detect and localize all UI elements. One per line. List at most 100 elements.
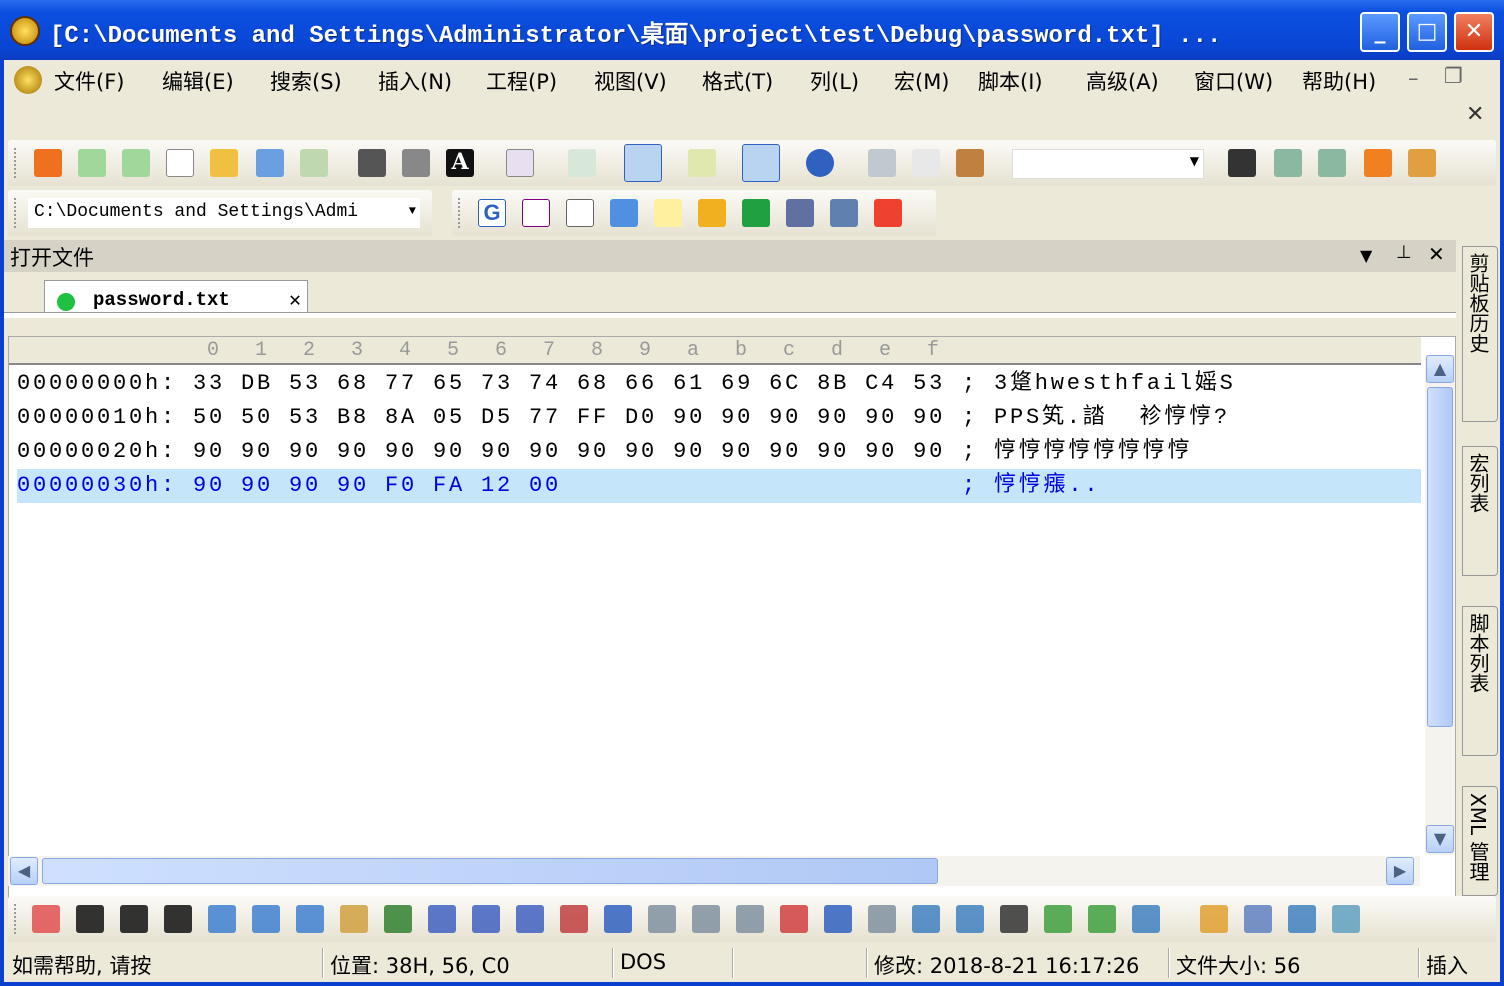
php-icon[interactable] bbox=[786, 199, 814, 227]
copy-format-icon[interactable] bbox=[1244, 905, 1272, 933]
find-in-files-icon[interactable] bbox=[1274, 149, 1302, 177]
side-tab-clipboard-history[interactable]: 剪贴板历史 bbox=[1462, 246, 1498, 422]
word-wrap-icon[interactable] bbox=[506, 149, 534, 177]
yahoo-icon[interactable] bbox=[522, 199, 550, 227]
paste-icon[interactable] bbox=[956, 149, 984, 177]
form-icon[interactable] bbox=[1132, 905, 1160, 933]
media-icon[interactable] bbox=[1332, 905, 1360, 933]
google-icon[interactable]: G bbox=[478, 199, 506, 227]
xml-icon[interactable] bbox=[1088, 905, 1116, 933]
bold-icon[interactable] bbox=[76, 905, 104, 933]
path-combo[interactable]: C:\Documents and Settings\Admi ▼ bbox=[28, 198, 420, 228]
print-preview-icon[interactable] bbox=[402, 149, 430, 177]
side-tab-xml-manager[interactable]: XML 管理 bbox=[1462, 786, 1498, 896]
close-button[interactable]: ✕ bbox=[1454, 12, 1494, 52]
toolbar-grip[interactable] bbox=[458, 198, 462, 228]
menu-help[interactable]: 帮助(H) bbox=[1302, 66, 1376, 96]
menu-macro[interactable]: 宏(M) bbox=[894, 66, 950, 96]
toggle-icon[interactable] bbox=[1408, 149, 1436, 177]
side-tab-macro-list[interactable]: 宏列表 bbox=[1462, 446, 1498, 576]
toolbar-grip[interactable] bbox=[14, 198, 18, 228]
link-icon[interactable] bbox=[1288, 905, 1316, 933]
menu-view[interactable]: 视图(V) bbox=[594, 66, 667, 96]
italic-icon[interactable] bbox=[120, 905, 148, 933]
status-insert-mode[interactable]: 插入 bbox=[1426, 950, 1470, 980]
radio-icon[interactable] bbox=[868, 905, 896, 933]
hex-row[interactable]: 00000020h: 90 90 90 90 90 90 90 90 90 90 … bbox=[17, 435, 1421, 469]
menu-column[interactable]: 列(L) bbox=[810, 66, 859, 96]
blank-document-icon[interactable] bbox=[166, 149, 194, 177]
save-icon[interactable] bbox=[300, 149, 328, 177]
horizontal-scroll-thumb[interactable] bbox=[42, 858, 938, 884]
line-numbers-icon[interactable] bbox=[568, 149, 596, 177]
app-icon[interactable] bbox=[10, 16, 40, 46]
hex-mode-icon[interactable] bbox=[624, 144, 662, 182]
textarea-icon[interactable] bbox=[692, 905, 720, 933]
mdi-close-icon[interactable]: ✕ bbox=[1466, 102, 1484, 127]
forward-icon[interactable] bbox=[122, 149, 150, 177]
pin-icon[interactable]: ⊥ bbox=[1396, 242, 1412, 263]
html-list2-icon[interactable] bbox=[252, 905, 280, 933]
list-view-icon[interactable] bbox=[742, 144, 780, 182]
chevron-down-icon[interactable]: ▼ bbox=[408, 204, 416, 218]
column-mode-icon[interactable] bbox=[688, 149, 716, 177]
hex-editor[interactable]: 0 1 2 3 4 5 6 7 8 9 a b c d e f 00000000h: 33 DB 53 68 7… bbox=[8, 336, 1456, 918]
print-icon[interactable] bbox=[358, 149, 386, 177]
cut-icon[interactable] bbox=[868, 149, 896, 177]
image-icon[interactable] bbox=[912, 905, 940, 933]
menu-format[interactable]: 格式(T) bbox=[702, 66, 773, 96]
title-bar[interactable]: [C:\Documents and Settings\Administrator… bbox=[0, 0, 1504, 60]
anchor-icon[interactable] bbox=[1000, 905, 1028, 933]
menu-project[interactable]: 工程(P) bbox=[486, 66, 557, 96]
menu-script[interactable]: 脚本(I) bbox=[978, 66, 1043, 96]
gradient-icon[interactable] bbox=[384, 905, 412, 933]
font-icon[interactable]: A bbox=[446, 149, 474, 177]
browser-icon[interactable] bbox=[806, 149, 834, 177]
toolbar-grip[interactable] bbox=[14, 904, 18, 934]
menu-window[interactable]: 窗口(W) bbox=[1194, 66, 1273, 96]
checkbox-icon[interactable] bbox=[824, 905, 852, 933]
ns-icon[interactable] bbox=[742, 199, 770, 227]
html-list3-icon[interactable] bbox=[296, 905, 324, 933]
find-icon[interactable] bbox=[1228, 149, 1256, 177]
vertical-scrollbar[interactable]: ▲ ▼ bbox=[1425, 355, 1455, 855]
chevron-down-icon[interactable]: ▼ bbox=[1190, 154, 1199, 168]
color-wheel-icon[interactable] bbox=[1200, 905, 1228, 933]
panel-close-icon[interactable]: ✕ bbox=[1428, 242, 1445, 266]
status-line-ending[interactable]: DOS bbox=[620, 950, 666, 974]
align-left-icon[interactable] bbox=[428, 905, 456, 933]
side-tab-script-list[interactable]: 脚本列表 bbox=[1462, 606, 1498, 756]
scroll-right-button[interactable]: ▶ bbox=[1386, 857, 1414, 885]
password-field-icon[interactable] bbox=[736, 905, 764, 933]
open-folder-icon[interactable] bbox=[210, 149, 238, 177]
mdi-minimize-icon[interactable]: – bbox=[1408, 66, 1419, 90]
folder-icon[interactable] bbox=[256, 149, 284, 177]
hex-row[interactable]: 00000000h: 33 DB 53 68 77 65 73 74 68 66 … bbox=[17, 367, 1421, 401]
align-center-icon[interactable] bbox=[472, 905, 500, 933]
new-file-icon[interactable] bbox=[34, 149, 62, 177]
clipboard-combo[interactable]: ▼ bbox=[1012, 149, 1204, 179]
menu-search[interactable]: 搜索(S) bbox=[270, 66, 342, 96]
export-icon[interactable] bbox=[1044, 905, 1072, 933]
tip-icon[interactable] bbox=[654, 199, 682, 227]
hex-row[interactable]: 00000010h: 50 50 53 B8 8A 05 D5 77 FF D0 … bbox=[17, 401, 1421, 435]
replace-in-files-icon[interactable] bbox=[1318, 149, 1346, 177]
scroll-left-button[interactable]: ◀ bbox=[10, 857, 38, 885]
scroll-up-button[interactable]: ▲ bbox=[1426, 355, 1454, 383]
horizontal-scrollbar[interactable]: ◀ ▶ bbox=[8, 856, 1420, 886]
menu-file[interactable]: 文件(F) bbox=[54, 66, 124, 96]
toolbar-grip[interactable] bbox=[14, 148, 18, 178]
bookmark-icon[interactable] bbox=[1364, 149, 1392, 177]
reset-icon[interactable] bbox=[780, 905, 808, 933]
image-map-icon[interactable] bbox=[956, 905, 984, 933]
insert-table-icon[interactable] bbox=[32, 905, 60, 933]
frame-icon[interactable] bbox=[560, 905, 588, 933]
copy-icon[interactable] bbox=[912, 149, 940, 177]
underline-icon[interactable] bbox=[164, 905, 192, 933]
hex-row[interactable]: 00000030h: 90 90 90 90 F0 FA 12 00 悙悙瘬..; bbox=[17, 469, 1421, 503]
mdi-restore-icon[interactable]: ❐ bbox=[1444, 64, 1463, 88]
tab-close-icon[interactable]: ✕ bbox=[289, 287, 301, 313]
back-icon[interactable] bbox=[78, 149, 106, 177]
html-list-icon[interactable] bbox=[208, 905, 236, 933]
windows-icon[interactable] bbox=[874, 199, 902, 227]
